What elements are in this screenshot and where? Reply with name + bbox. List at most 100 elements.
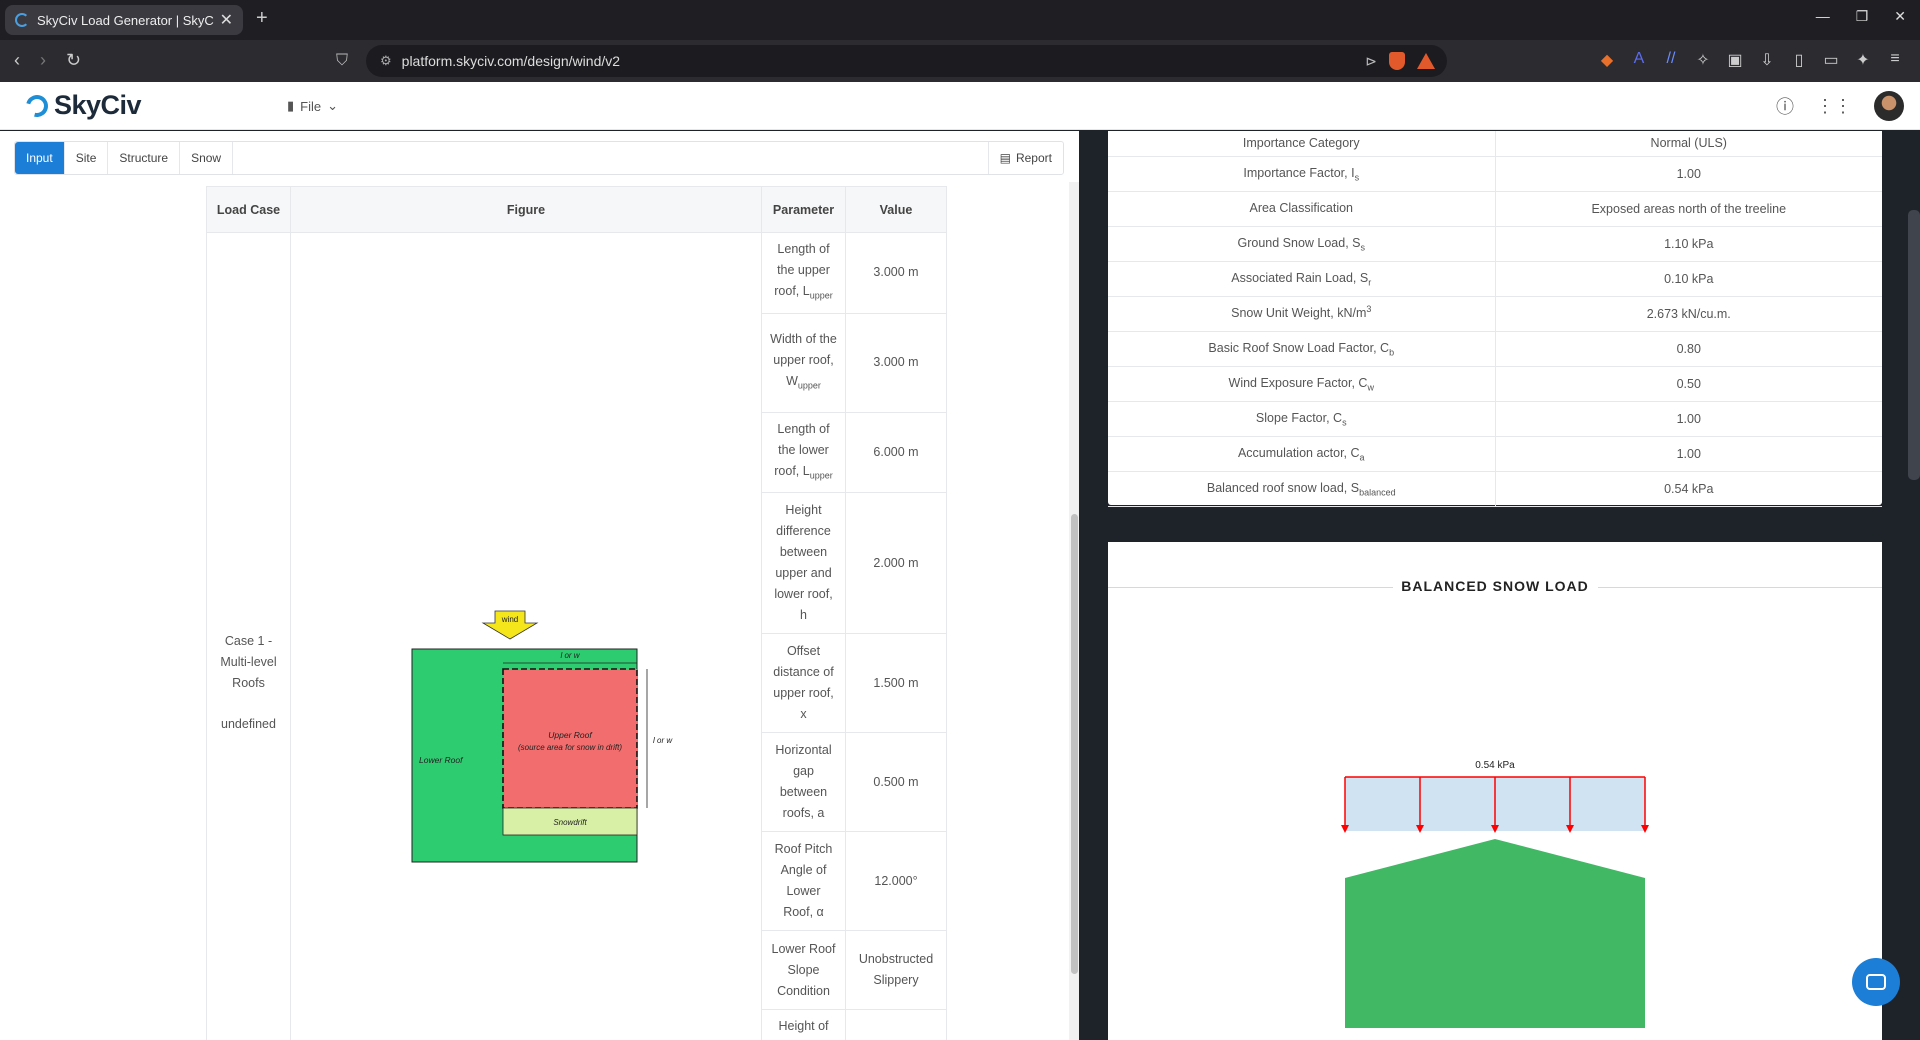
skyciv-logo-icon: [21, 90, 53, 121]
param-label: Snow Unit Weight, kN/m3: [1108, 296, 1496, 332]
param-cell: Height of: [761, 1009, 846, 1040]
extension-icons: ◆ A // ✧ ▣ ⇩ ▯ ▭ ✦ ≡: [1598, 50, 1904, 70]
multi-level-roof-figure: wind Lower Roof Upper Roof (source area …: [411, 610, 673, 863]
param-cell: Offset distance of upper roof, x: [761, 633, 846, 733]
load-case-name: Case 1 - Multi-level Roofs: [220, 634, 277, 690]
param-value: 1.00: [1495, 436, 1882, 472]
restore-icon[interactable]: ❐: [1856, 8, 1869, 25]
browser-tab[interactable]: SkyCiv Load Generator | SkyCi ✕: [5, 5, 243, 35]
value-cell: 2.000 m: [845, 492, 947, 634]
site-info-icon[interactable]: ⚙: [380, 53, 392, 69]
share-icon[interactable]: ⊳: [1365, 53, 1377, 70]
close-tab-icon[interactable]: ✕: [220, 10, 233, 30]
balanced-snow-load-diagram: 0.54 kPa: [1341, 760, 1649, 1028]
left-scrollbar[interactable]: [1069, 182, 1079, 1040]
header-value: Value: [845, 186, 947, 233]
snow-parameters-table: Importance Category Normal (ULS) Importan…: [1108, 131, 1882, 507]
load-value-label: 0.54 kPa: [1475, 760, 1515, 771]
param-cell: Roof Pitch Angle of Lower Roof, α: [761, 831, 846, 931]
value-cell: 3.000 m: [845, 312, 947, 413]
nav-buttons: ‹ › ↻: [14, 50, 81, 71]
leo-icon[interactable]: ✦: [1854, 50, 1872, 70]
pane-divider[interactable]: [1079, 131, 1108, 1040]
scrollbar-thumb[interactable]: [1071, 514, 1078, 974]
param-label: Associated Rain Load, Sr: [1108, 261, 1496, 297]
forward-icon[interactable]: ›: [40, 50, 46, 71]
new-tab-icon[interactable]: +: [256, 7, 268, 30]
param-value: 0.80: [1495, 331, 1882, 367]
value-cell: 3.000 m: [845, 232, 947, 314]
right-scrollbar-thumb[interactable]: [1908, 210, 1920, 480]
skyciv-logo[interactable]: SkyCiv: [21, 90, 142, 121]
tab-input[interactable]: Input: [15, 142, 65, 174]
report-icon: ▤: [999, 151, 1011, 165]
help-icon[interactable]: ⓘ: [1776, 93, 1794, 119]
load-case-extra: undefined: [221, 717, 276, 731]
url-field[interactable]: ⛉ ⚙ platform.skyciv.com/design/wind/v2 ⊳: [336, 45, 1447, 77]
extension-fox-icon[interactable]: ◆: [1598, 50, 1616, 70]
param-label: Balanced roof snow load, Sbalanced: [1108, 471, 1496, 507]
reload-icon[interactable]: ↻: [66, 50, 81, 71]
value-cell: 6.000 m: [845, 411, 947, 493]
tab-snow[interactable]: Snow: [180, 142, 234, 174]
lower-roof-label: Lower Roof: [419, 755, 464, 765]
param-cell: Length of the lower roof, Lupper: [761, 411, 846, 493]
report-label: Report: [1015, 151, 1052, 165]
param-cell: Lower Roof Slope Condition: [761, 930, 846, 1010]
param-value: 0.10 kPa: [1495, 261, 1882, 297]
skyciv-favicon-icon: [15, 13, 29, 27]
report-button[interactable]: ▤ Report: [987, 142, 1063, 174]
balanced-snow-load-card: BALANCED SNOW LOAD 0.54 kPa: [1108, 542, 1882, 1040]
wallet-icon[interactable]: ▭: [1822, 50, 1840, 70]
sidebar-icon[interactable]: ▯: [1790, 50, 1808, 70]
input-pane: Input Site Structure Snow ▤ Report Load …: [0, 131, 1079, 1040]
param-value: 1.00: [1495, 401, 1882, 437]
snow-parameters-card: Importance Category Normal (ULS) Importan…: [1108, 131, 1882, 507]
param-value: 0.54 kPa: [1495, 471, 1882, 507]
value-cell: Unobstructed Slippery: [845, 930, 947, 1010]
param-label: Ground Snow Load, Ss: [1108, 226, 1496, 262]
value-cell: 0.500 m: [845, 732, 947, 832]
extensions-puzzle-icon[interactable]: ✧: [1694, 50, 1712, 70]
header-figure: Figure: [290, 186, 762, 233]
rewards-icon[interactable]: [1417, 53, 1435, 69]
url-text: platform.skyciv.com/design/wind/v2: [401, 53, 621, 69]
param-label: Slope Factor, Cs: [1108, 401, 1496, 437]
param-value: Normal (ULS): [1495, 131, 1882, 157]
top-dimension-label: l or w: [560, 651, 580, 660]
param-value: 0.50: [1495, 366, 1882, 402]
window-controls: — ❐ ✕: [1816, 8, 1906, 25]
screenshot-icon[interactable]: ▣: [1726, 50, 1744, 70]
apps-grid-icon[interactable]: ⋮⋮: [1816, 96, 1852, 117]
minimize-icon[interactable]: —: [1816, 8, 1830, 25]
close-window-icon[interactable]: ✕: [1894, 8, 1906, 25]
bookmark-icon[interactable]: ⛉: [336, 52, 348, 70]
menu-icon[interactable]: ≡: [1886, 50, 1904, 70]
tab-title: SkyCiv Load Generator | SkyCi: [37, 12, 214, 28]
header-parameter: Parameter: [761, 186, 846, 233]
tab-site[interactable]: Site: [65, 142, 109, 174]
extension-a-icon[interactable]: A: [1630, 50, 1648, 70]
chevron-down-icon: ⌄: [327, 98, 339, 113]
load-case-cell: Case 1 - Multi-level Roofs undefined: [206, 232, 291, 1040]
load-case-table: Load Case Figure Parameter Value Case 1 …: [206, 186, 947, 1040]
side-dimension-label: l or w: [653, 736, 673, 745]
param-value: 2.673 kN/cu.m.: [1495, 296, 1882, 332]
value-cell: 12.000°: [845, 831, 947, 931]
download-icon[interactable]: ⇩: [1758, 50, 1776, 70]
avatar[interactable]: [1874, 91, 1904, 121]
param-value: Exposed areas north of the treeline: [1495, 191, 1882, 227]
header-load-case: Load Case: [206, 186, 291, 233]
file-menu[interactable]: ▮ File ⌄: [287, 98, 338, 114]
back-icon[interactable]: ‹: [14, 50, 20, 71]
browser-tab-bar: SkyCiv Load Generator | SkyCi ✕ + — ❐ ✕: [0, 0, 1920, 40]
tab-structure[interactable]: Structure: [108, 142, 181, 174]
param-label: Accumulation actor, Ca: [1108, 436, 1496, 472]
figure-cell: wind Lower Roof Upper Roof (source area …: [290, 232, 762, 1040]
param-cell: Length of the upper roof, Lupper: [761, 232, 846, 314]
file-menu-label: File: [300, 98, 322, 114]
brave-shield-icon[interactable]: [1389, 52, 1405, 70]
extension-slash-icon[interactable]: //: [1662, 50, 1680, 70]
chat-support-button[interactable]: [1852, 958, 1900, 1006]
input-tabs: Input Site Structure Snow ▤ Report: [14, 141, 1064, 175]
